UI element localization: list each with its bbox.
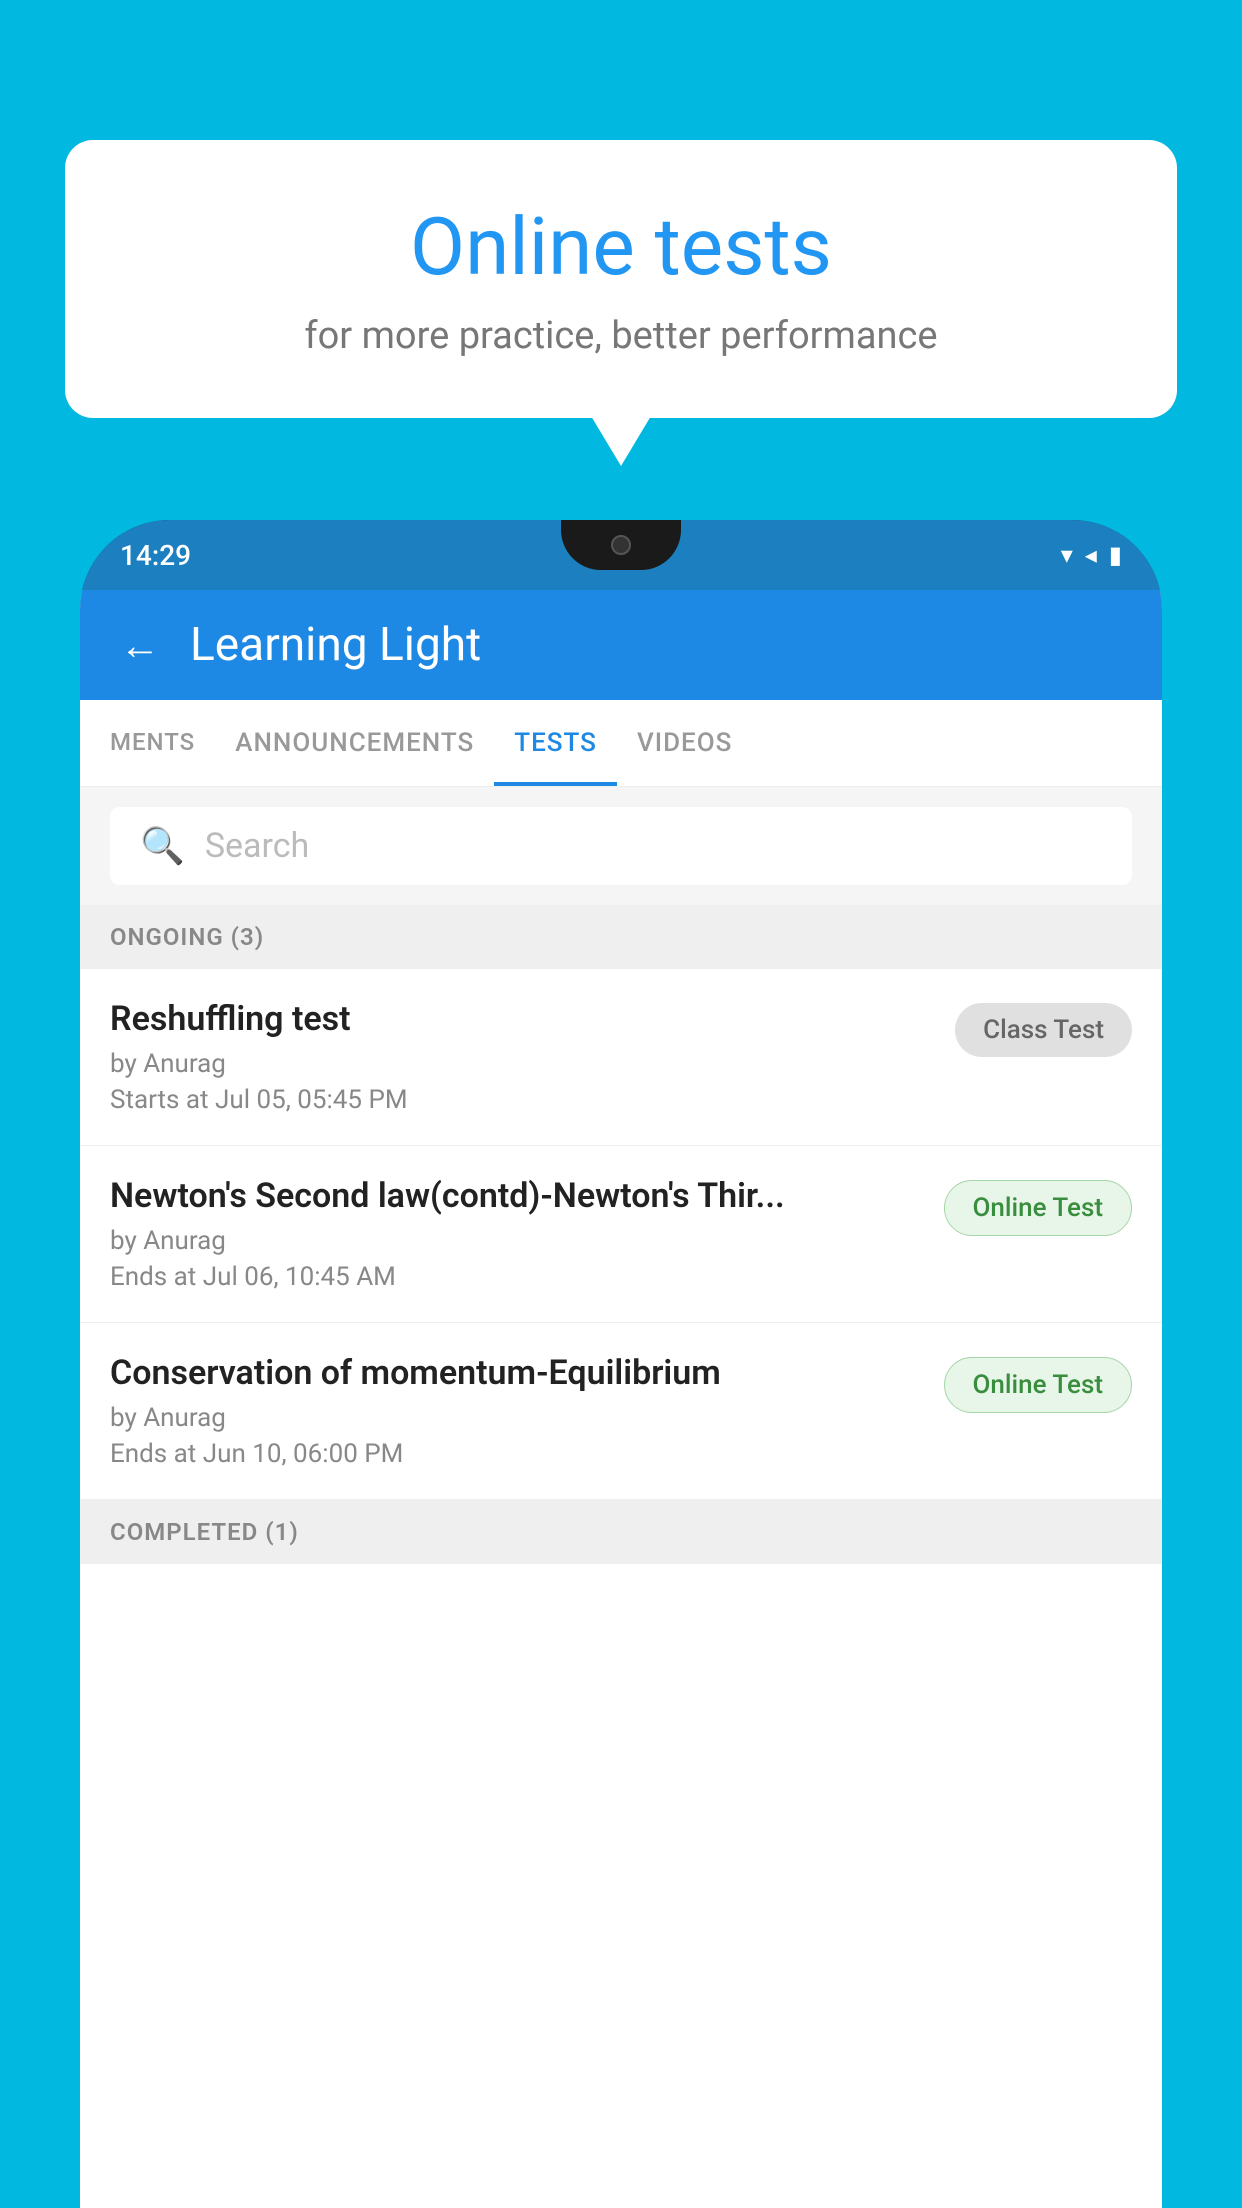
- ongoing-section-header: ONGOING (3): [80, 905, 1162, 969]
- back-button[interactable]: ←: [120, 622, 160, 669]
- test-name: Newton's Second law(contd)-Newton's Thir…: [110, 1176, 944, 1216]
- app-screen: ← Learning Light MENTS ANNOUNCEMENTS TES…: [80, 590, 1162, 2208]
- camera: [611, 535, 631, 555]
- test-badge-online: Online Test: [944, 1180, 1133, 1236]
- test-name: Reshuffling test: [110, 999, 955, 1039]
- ongoing-label: ONGOING (3): [110, 923, 264, 951]
- test-item[interactable]: Conservation of momentum-Equilibrium by …: [80, 1323, 1162, 1500]
- test-name: Conservation of momentum-Equilibrium: [110, 1353, 944, 1393]
- tab-tests[interactable]: TESTS: [494, 700, 617, 786]
- signal-icon: ◂: [1085, 541, 1097, 569]
- search-placeholder: Search: [205, 826, 309, 866]
- tab-bar: MENTS ANNOUNCEMENTS TESTS VIDEOS: [80, 700, 1162, 787]
- speech-bubble: Online tests for more practice, better p…: [65, 140, 1177, 418]
- test-author: by Anurag: [110, 1403, 944, 1433]
- test-time: Starts at Jul 05, 05:45 PM: [110, 1085, 955, 1115]
- phone-notch: [561, 520, 681, 570]
- test-author: by Anurag: [110, 1226, 944, 1256]
- status-bar: 14:29 ▾ ◂ ▮: [80, 520, 1162, 590]
- bubble-subtitle: for more practice, better performance: [145, 314, 1097, 358]
- promo-section: Online tests for more practice, better p…: [65, 140, 1177, 418]
- test-item[interactable]: Reshuffling test by Anurag Starts at Jul…: [80, 969, 1162, 1146]
- search-icon: 🔍: [140, 825, 185, 867]
- battery-icon: ▮: [1109, 541, 1122, 569]
- search-box[interactable]: 🔍 Search: [110, 807, 1132, 885]
- status-icons: ▾ ◂ ▮: [1061, 541, 1122, 569]
- test-badge-class: Class Test: [955, 1003, 1132, 1057]
- test-info: Newton's Second law(contd)-Newton's Thir…: [110, 1176, 944, 1292]
- test-time: Ends at Jun 10, 06:00 PM: [110, 1439, 944, 1469]
- phone-frame: 14:29 ▾ ◂ ▮ ← Learning Light MENTS ANNOU…: [80, 520, 1162, 2208]
- bubble-title: Online tests: [145, 200, 1097, 294]
- test-item[interactable]: Newton's Second law(contd)-Newton's Thir…: [80, 1146, 1162, 1323]
- test-info: Reshuffling test by Anurag Starts at Jul…: [110, 999, 955, 1115]
- app-header: ← Learning Light: [80, 590, 1162, 700]
- test-info: Conservation of momentum-Equilibrium by …: [110, 1353, 944, 1469]
- tab-videos[interactable]: VIDEOS: [617, 700, 752, 786]
- tab-ments[interactable]: MENTS: [90, 700, 215, 786]
- tab-announcements[interactable]: ANNOUNCEMENTS: [215, 700, 494, 786]
- completed-section-header: COMPLETED (1): [80, 1500, 1162, 1564]
- test-badge-online: Online Test: [944, 1357, 1133, 1413]
- wifi-icon: ▾: [1061, 541, 1073, 569]
- app-title: Learning Light: [190, 618, 481, 672]
- completed-label: COMPLETED (1): [110, 1518, 299, 1546]
- search-container: 🔍 Search: [80, 787, 1162, 905]
- status-time: 14:29: [120, 539, 191, 572]
- test-author: by Anurag: [110, 1049, 955, 1079]
- test-time: Ends at Jul 06, 10:45 AM: [110, 1262, 944, 1292]
